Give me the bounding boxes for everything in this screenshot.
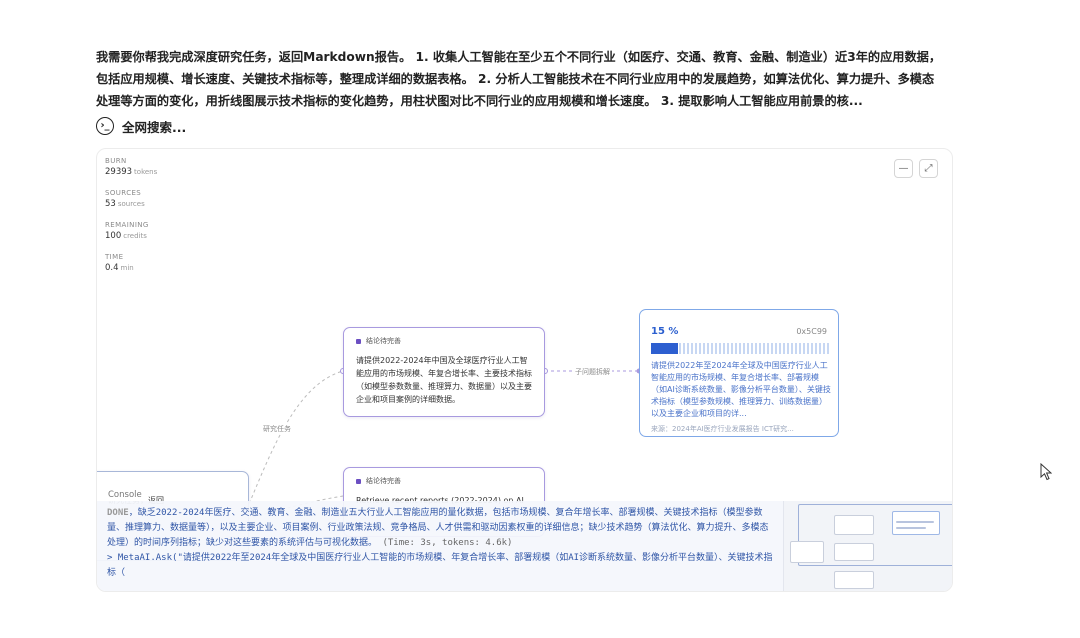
edge-label-subquery: 子问题拆解 bbox=[573, 367, 612, 377]
progress-fill bbox=[651, 343, 678, 354]
graph-node-medical[interactable]: 结论待完善 请提供2022-2024年中国及全球医疗行业人工智能应用的市场规模、… bbox=[343, 327, 545, 417]
research-graph-panel: BURN 29393 tokens SOURCES 53 sources REMAI… bbox=[96, 148, 953, 592]
expand-button[interactable]: ⤢ bbox=[919, 159, 938, 178]
minimap-node bbox=[834, 515, 874, 535]
minimap-node bbox=[790, 541, 824, 563]
node-medical-text: 请提供2022-2024年中国及全球医疗行业人工智能应用的市场规模、年复合增长率… bbox=[356, 356, 532, 404]
node-status-badge: 结论待完善 bbox=[344, 328, 544, 346]
node-status-badge: 结论待完善 bbox=[344, 468, 544, 486]
minimap-line bbox=[896, 527, 926, 529]
result-card[interactable]: 15 % 0x5C99 请提供2022年至2024年全球及中国医疗行业人工智能应… bbox=[639, 309, 839, 437]
search-status: ›_ 全网搜索... bbox=[96, 116, 186, 136]
status-dot-icon bbox=[356, 478, 361, 484]
stat-sources: SOURCES 53 sources bbox=[105, 189, 145, 209]
console-log[interactable]: DONE，缺乏2022-2024年医疗、交通、教育、金融、制造业五大行业人工智能… bbox=[97, 501, 783, 591]
mouse-cursor-icon bbox=[1040, 463, 1052, 481]
result-percent: 15 % bbox=[651, 326, 679, 337]
minimap-node bbox=[834, 543, 874, 561]
console-line-1: DONE，缺乏2022-2024年医疗、交通、教育、金融、制造业五大行业人工智能… bbox=[107, 508, 769, 548]
console-line-2: > MetaAI.Ask("请提供2022年至2024年全球及中国医疗行业人工智… bbox=[107, 553, 773, 578]
minimap-line bbox=[896, 521, 934, 523]
search-status-label: 全网搜索... bbox=[122, 119, 187, 135]
progress-bar bbox=[651, 343, 829, 354]
stat-burn: BURN 29393 tokens bbox=[105, 157, 158, 177]
edge-task bbox=[246, 370, 344, 510]
expand-icon: ⤢ bbox=[924, 163, 933, 174]
minimap-node bbox=[892, 511, 940, 535]
panel-tools: — ⤢ bbox=[894, 159, 938, 178]
graph-minimap[interactable] bbox=[783, 501, 952, 591]
stats-block: BURN 29393 tokens SOURCES 53 sources REMAI… bbox=[105, 157, 157, 285]
result-text: 请提供2022年至2024年全球及中国医疗行业人工智能应用的市场规模、年复合增长… bbox=[651, 361, 831, 418]
result-footer: 来源：2024年AI医疗行业发展报告 ICT研究... bbox=[651, 425, 794, 433]
minimize-button[interactable]: — bbox=[894, 159, 913, 178]
minus-icon: — bbox=[898, 163, 909, 174]
edge-label-task: 研究任务 bbox=[261, 424, 293, 434]
user-query: 我需要你帮我完成深度研究任务，返回Markdown报告。 1. 收集人工智能在至… bbox=[96, 50, 942, 108]
minimap-node bbox=[834, 571, 874, 589]
stat-remaining: REMAINING 100 credits bbox=[105, 221, 149, 241]
status-dot-icon bbox=[356, 338, 361, 344]
result-hash: 0x5C99 bbox=[796, 327, 827, 336]
console-tab[interactable]: Console bbox=[105, 489, 145, 501]
stat-time: TIME 0.4 min bbox=[105, 253, 134, 273]
terminal-icon: ›_ bbox=[96, 117, 114, 135]
